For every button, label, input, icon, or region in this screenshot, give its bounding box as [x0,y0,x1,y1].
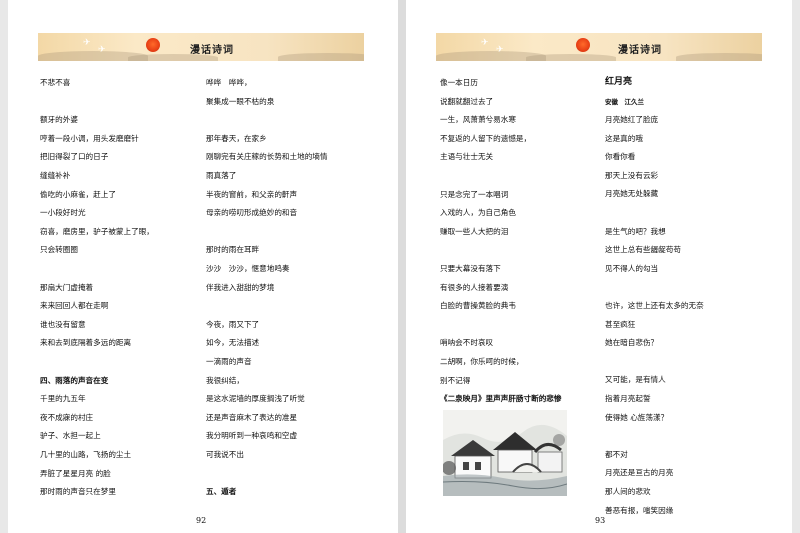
poem-line: 那天上没有云彩 [605,170,659,180]
poem-line: 偷吃的小麻雀，赶上了 [40,189,116,199]
banner-title: 漫话诗词 [190,45,234,56]
poem-line: 使得她 心旌荡漾？ [605,412,669,422]
poem-line: 那人间的悲欢 [605,487,651,496]
poem-line: 哗哗 哗哗， [206,78,252,87]
poem-line: 驴子、水担一起上 [40,431,101,441]
crane-icon: ✈ [496,45,504,55]
poem-line: 入戏的人，为自己角色 [440,208,516,218]
poem-line: 五、遁者 [206,487,237,497]
poem-line: 说翻就翻过去了 [440,96,494,106]
poem-line: 千里的九五年 [40,394,86,404]
poem-line: 只要大幕没有落下 [440,264,501,273]
poem-line: 还是声音麻木了表达的准星 [206,412,298,422]
poem-line: 这是真的哦 [605,133,643,143]
poem-line: 四、雨落的声音在变 [40,375,109,385]
poem-line: 都不对 [605,449,628,459]
poem-line: 这世上总有些龌龊苟苟 [605,245,681,255]
page-number: 93 [595,516,606,525]
poem-line: 把旧得裂了口的日子 [40,152,109,162]
poem-line: 你看你看 [605,152,636,162]
poem-line: 别不记得 [440,375,471,385]
banner-title: 漫话诗词 [618,45,662,56]
poem-line: 像一本日历 [440,78,478,87]
crane-icon: ✈ [481,38,489,48]
page-banner: ✈ ✈ 漫话诗词 [38,33,364,61]
poem-line: 缝缝补补 [40,171,71,180]
poem-line: 那扇大门虚掩着 [40,282,94,292]
poem-line: 沙沙 沙沙，惬意地鸣奏 [206,264,290,273]
book-spine [398,0,406,533]
poem-line: 有很多的人接着要演 [440,282,509,292]
poem-line: 聚集成一眼不枯的泉 [206,96,275,106]
poem-line: 弄脏了星星月亮 的脸 [40,468,111,478]
poem-line: 又可能，是有情人 [605,375,666,385]
poem-line: 伴我进入甜甜的梦境 [206,282,275,292]
poem-line: 《二泉映月》里声声肝肠寸断的悲惨 [440,394,562,404]
page-banner: ✈ ✈ 漫话诗词 [436,33,762,61]
sun-icon [576,38,590,52]
poem-line: 她在暗自悲伤？ [605,338,659,348]
poem-line: 月亮还是亘古的月亮 [605,468,674,478]
ink-painting-village-image [443,410,567,496]
left-page: ✈ ✈ 漫话诗词 不悲不喜额牙的外婆哼着一段小调，用头发磨磨针 把旧得裂了口的日子… [8,0,398,533]
poem-line: 主语与壮士无关 [440,152,494,162]
poem-line: 一小段好时光 [40,208,86,218]
poem-line: 赚取一些人大把的泪 [440,226,509,236]
poem-line: 半夜的窗前，和父亲的鼾声 [206,189,298,199]
poem-line: 一生，风萧萧兮易水寒 [440,115,516,125]
poem-line: 雨真落了 [206,171,237,180]
poem-line: 不悲不喜 [40,78,71,87]
poem-line: 刚聊完有关庄稼的长势和土地的墒情 [206,152,328,162]
poem-line: 可我说不出 [206,450,244,459]
poem-author: 安徽 江久兰 [605,98,644,106]
poem-line: 母亲的唠叨形成绝妙的和音 [206,208,298,218]
poem-line: 来来回回人都在走啊 [40,301,109,311]
poem-line: 二胡啊，你乐呵的时候， [440,357,524,366]
poem-line: 是生气的吧？我想 [605,226,666,236]
poem-line: 那时雨的声音只在梦里 [40,487,116,497]
sun-icon [146,38,160,52]
poem-line: 如今，无法描述 [206,338,260,348]
poem-line: 只会转圈圈 [40,245,78,255]
crane-icon: ✈ [83,38,91,48]
crane-icon: ✈ [98,45,106,55]
poem-line: 不复返的人留下的遗憾是， [440,133,532,143]
poem-line: 今夜，雨又下了 [206,319,260,329]
poem-line: 见不得人的勾当 [605,263,659,273]
poem-line: 夜不成寐的村庄 [40,412,94,422]
poem-line: 谁也没有留意 [40,319,86,329]
poem-line: 是这水泥墙的厚度搁浅了听觉 [206,394,305,404]
poem-line: 一滴雨的声音 [206,357,252,366]
poem-line: 月亮她红了脸庞 [605,115,659,124]
poem-line: 白脸的曹操黄脸的典韦 [440,301,516,311]
poem-line: 我分明听到一种哀鸣和空虚 [206,431,298,441]
poem-line: 我很纠结， [206,375,244,385]
poem-line: 几十里的山路，飞扬的尘土 [40,450,132,459]
poem-line: 那年春天，在家乡 [206,133,267,143]
page-number: 92 [196,516,207,525]
poem-line: 善恶有报，嗤笑因缘 [605,505,674,515]
poem-line: 哨呐会不时哀叹 [440,338,494,348]
poem-line: 额牙的外婆 [40,115,78,125]
poem-line: 窃喜，磨房里，驴子被蒙上了眼， [40,226,154,236]
poem-line: 只是念完了一本唱词 [440,189,509,199]
poem-line: 那时的雨在耳畔 [206,245,260,255]
poem-title: 红月亮 [605,77,633,87]
poem-line: 月亮她无处躲藏 [605,189,659,199]
poem-line: 来和去到底隔着多远的距离 [40,338,132,348]
poem-line: 哼着一段小调，用头发磨磨针 [40,133,139,143]
poem-line: 甚至疯狂 [605,319,636,329]
poem-line: 也许，这世上还有太多的无奈 [605,301,704,310]
poem-line: 指着月亮起誓 [605,394,651,403]
